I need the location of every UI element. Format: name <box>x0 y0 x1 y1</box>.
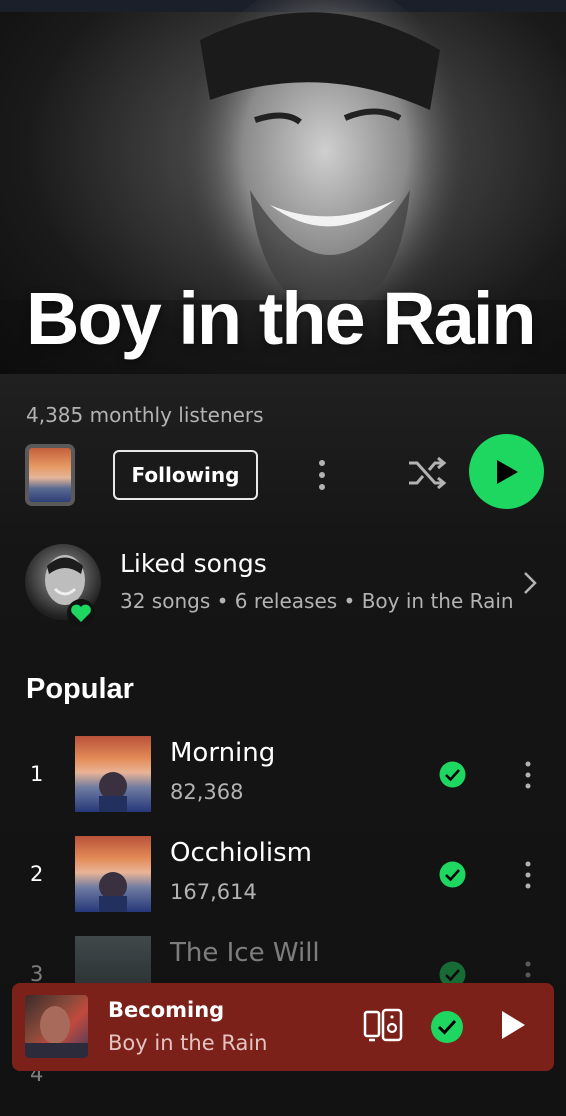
artist-header-image: Boy in the Rain <box>0 0 566 374</box>
track-play-count: 82,368 <box>170 780 244 804</box>
check-circle-icon[interactable] <box>439 861 466 888</box>
more-vertical-icon[interactable] <box>518 860 538 890</box>
now-playing-title: Becoming <box>108 998 225 1022</box>
shuffle-icon[interactable] <box>405 453 449 493</box>
following-button[interactable]: Following <box>113 450 258 500</box>
now-playing-artist: Boy in the Rain <box>108 1031 268 1055</box>
more-vertical-icon[interactable] <box>310 455 334 495</box>
popular-heading: Popular <box>26 673 134 705</box>
heart-icon <box>67 599 95 627</box>
chevron-right-icon[interactable] <box>520 570 540 596</box>
check-circle-icon[interactable] <box>430 1010 464 1044</box>
track-row[interactable]: 2 Occhiolism 167,614 <box>0 836 566 916</box>
check-circle-icon[interactable] <box>439 761 466 788</box>
track-title: Occhiolism <box>170 838 312 868</box>
play-button[interactable] <box>469 434 544 509</box>
monthly-listeners: 4,385 monthly listeners <box>26 403 264 427</box>
track-row[interactable]: 1 Morning 82,368 <box>0 736 566 816</box>
artist-name: Boy in the Rain <box>26 277 537 360</box>
track-cover-art <box>75 736 151 812</box>
release-cover-art <box>29 448 71 502</box>
track-title: The Ice Will <box>170 938 320 968</box>
more-vertical-icon[interactable] <box>518 760 538 790</box>
liked-songs-subtitle: 32 songs • 6 releases • Boy in the Rain <box>120 589 514 613</box>
play-icon <box>496 459 518 484</box>
now-playing-cover-art <box>25 995 88 1058</box>
liked-songs-title[interactable]: Liked songs <box>120 549 267 578</box>
track-play-count: 167,614 <box>170 880 257 904</box>
artist-release-thumbnail[interactable] <box>25 444 75 506</box>
track-title: Morning <box>170 738 276 768</box>
connect-device-icon[interactable] <box>363 1008 403 1042</box>
play-icon[interactable] <box>499 1009 527 1041</box>
track-rank: 1 <box>30 762 44 786</box>
track-cover-art <box>75 836 151 912</box>
track-rank: 2 <box>30 862 44 886</box>
now-playing-bar[interactable]: Becoming Boy in the Rain <box>12 983 554 1071</box>
